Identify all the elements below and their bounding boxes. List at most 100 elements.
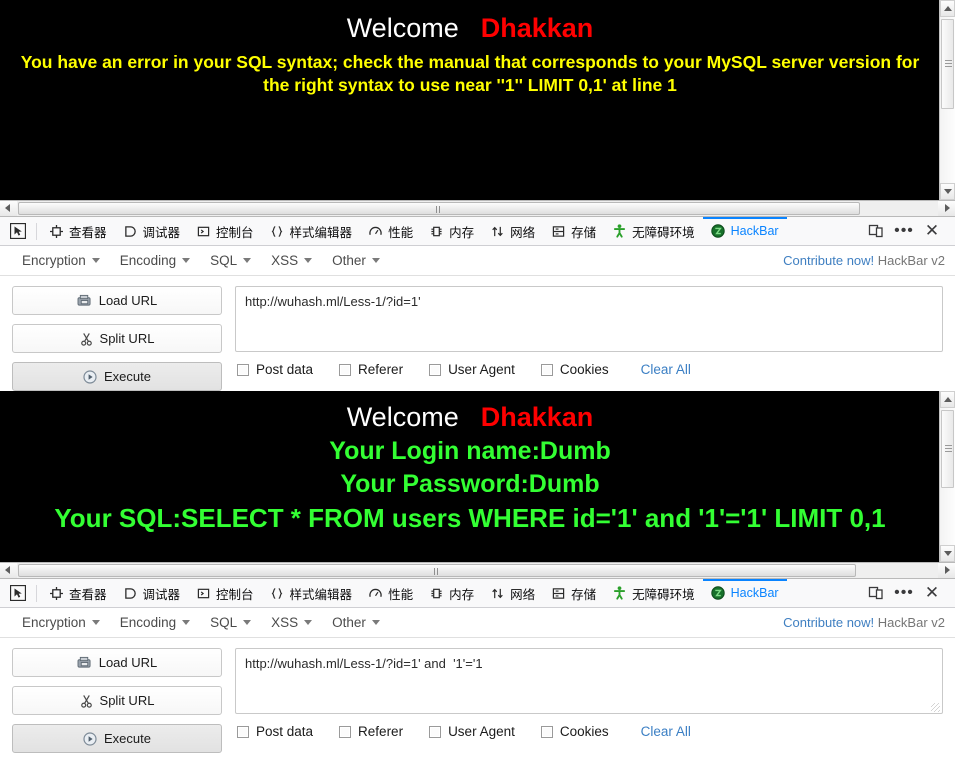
tab-storage[interactable]: 存储 bbox=[543, 579, 604, 608]
menu-sql[interactable]: SQL bbox=[200, 253, 261, 268]
contribute-link[interactable]: Contribute now! bbox=[783, 253, 874, 268]
meatball-menu-icon[interactable]: ••• bbox=[891, 581, 917, 605]
tab-inspector[interactable]: 查看器 bbox=[41, 217, 115, 246]
tab-debugger[interactable]: 调试器 bbox=[115, 217, 189, 246]
load-url-icon bbox=[77, 294, 92, 307]
welcome-word-bottom: Welcome bbox=[346, 402, 459, 432]
tab-memory-label: 内存 bbox=[449, 587, 475, 602]
referer-checkbox-box[interactable] bbox=[339, 725, 352, 738]
contribute-link[interactable]: Contribute now! bbox=[783, 615, 874, 630]
post-data-checkbox-box[interactable] bbox=[237, 725, 249, 738]
tab-network[interactable]: 网络 bbox=[482, 579, 543, 608]
menu-xss-label: XSS bbox=[271, 253, 299, 268]
checkbox-cookies[interactable]: Cookies bbox=[540, 724, 609, 739]
page-vertical-scrollbar-top[interactable] bbox=[939, 0, 955, 200]
scroll-down-arrow-top[interactable] bbox=[940, 183, 955, 200]
menu-encoding[interactable]: Encoding bbox=[110, 615, 200, 630]
tab-hackbar[interactable]: HackBar bbox=[702, 216, 787, 246]
checkbox-cookies[interactable]: Cookies bbox=[540, 362, 609, 377]
welcome-name-top: Dhakkan bbox=[480, 13, 594, 43]
menu-encryption-label: Encryption bbox=[22, 615, 86, 630]
page-horizontal-scrollbar-top[interactable] bbox=[0, 200, 955, 217]
tab-console[interactable]: 控制台 bbox=[188, 579, 262, 608]
hscroll-right-arrow-top[interactable] bbox=[938, 201, 955, 216]
split-url-button[interactable]: Split URL bbox=[12, 324, 222, 353]
close-icon[interactable]: ✕ bbox=[919, 219, 945, 243]
tab-accessibility-label: 无障碍环境 bbox=[632, 225, 695, 240]
checkbox-post-data[interactable]: Post data bbox=[237, 362, 313, 377]
load-url-button[interactable]: Load URL bbox=[12, 286, 222, 315]
page-vertical-scrollbar-bottom[interactable] bbox=[939, 391, 955, 562]
tab-accessibility[interactable]: 无障碍环境 bbox=[604, 217, 703, 246]
menu-xss[interactable]: XSS bbox=[261, 253, 322, 268]
meatball-menu-icon[interactable]: ••• bbox=[891, 219, 917, 243]
scroll-thumb-top[interactable] bbox=[941, 19, 954, 109]
menu-encryption[interactable]: Encryption bbox=[12, 615, 110, 630]
resize-grip-icon[interactable] bbox=[931, 703, 940, 712]
tab-hackbar[interactable]: HackBar bbox=[702, 578, 787, 608]
tab-performance[interactable]: 性能 bbox=[360, 217, 421, 246]
menu-other[interactable]: Other bbox=[322, 615, 390, 630]
checkbox-post-data[interactable]: Post data bbox=[237, 724, 313, 739]
hscroll-right-arrow-bottom[interactable] bbox=[938, 563, 955, 578]
checkbox-user-agent[interactable]: User Agent bbox=[429, 724, 515, 739]
tab-network[interactable]: 网络 bbox=[482, 217, 543, 246]
tab-memory[interactable]: 内存 bbox=[421, 217, 482, 246]
devtools-panel-bottom: 查看器 调试器 控制台 样式编辑器 性能 内存 网络 存储 无障碍环境 Hack… bbox=[0, 578, 955, 753]
tab-debugger[interactable]: 调试器 bbox=[115, 579, 189, 608]
page-body-top: Welcome Dhakkan You have an error in your… bbox=[0, 0, 940, 98]
checkbox-referer[interactable]: Referer bbox=[339, 362, 403, 377]
element-picker-icon[interactable] bbox=[4, 580, 32, 606]
accessibility-icon bbox=[612, 586, 627, 601]
user-agent-checkbox-box[interactable] bbox=[429, 363, 442, 376]
cookies-checkbox-box[interactable] bbox=[540, 725, 553, 738]
hscroll-thumb-top[interactable] bbox=[18, 202, 860, 215]
tab-console[interactable]: 控制台 bbox=[188, 217, 262, 246]
execute-button[interactable]: Execute bbox=[12, 362, 222, 391]
hscroll-left-arrow-top[interactable] bbox=[0, 201, 17, 216]
url-textarea-top[interactable]: http://wuhash.ml/Less-1/?id=1' bbox=[235, 286, 943, 352]
load-url-button[interactable]: Load URL bbox=[12, 648, 222, 677]
tab-storage[interactable]: 存储 bbox=[543, 217, 604, 246]
post-data-checkbox-box[interactable] bbox=[237, 363, 249, 376]
element-picker-icon[interactable] bbox=[4, 218, 32, 244]
menu-xss[interactable]: XSS bbox=[261, 615, 322, 630]
tab-inspector[interactable]: 查看器 bbox=[41, 579, 115, 608]
hscroll-thumb-bottom[interactable] bbox=[18, 564, 856, 577]
scroll-up-arrow-bottom[interactable] bbox=[940, 391, 955, 408]
clear-all-link[interactable]: Clear All bbox=[641, 724, 691, 739]
tab-style-editor[interactable]: 样式编辑器 bbox=[262, 217, 361, 246]
tab-style-editor[interactable]: 样式编辑器 bbox=[262, 579, 361, 608]
scroll-down-arrow-bottom[interactable] bbox=[940, 545, 955, 562]
clear-all-link[interactable]: Clear All bbox=[641, 362, 691, 377]
url-textarea-bottom[interactable]: http://wuhash.ml/Less-1/?id=1' and '1'='… bbox=[235, 648, 943, 714]
menu-sql[interactable]: SQL bbox=[200, 615, 261, 630]
responsive-design-mode-icon[interactable] bbox=[863, 219, 889, 243]
tab-hackbar-label: HackBar bbox=[730, 224, 779, 238]
user-agent-checkbox-box[interactable] bbox=[429, 725, 442, 738]
menu-sql-label: SQL bbox=[210, 253, 238, 268]
responsive-design-mode-icon[interactable] bbox=[863, 581, 889, 605]
page-horizontal-scrollbar-bottom[interactable] bbox=[0, 562, 955, 579]
user-agent-label: User Agent bbox=[448, 724, 515, 739]
hscroll-left-arrow-bottom[interactable] bbox=[0, 563, 17, 578]
menu-other[interactable]: Other bbox=[322, 253, 390, 268]
tab-memory[interactable]: 内存 bbox=[421, 579, 482, 608]
menu-encoding[interactable]: Encoding bbox=[110, 253, 200, 268]
cookies-checkbox-box[interactable] bbox=[540, 363, 553, 376]
hackbar-url-area-bottom: http://wuhash.ml/Less-1/?id=1' and '1'='… bbox=[235, 648, 943, 753]
menu-encryption[interactable]: Encryption bbox=[12, 253, 110, 268]
close-icon[interactable]: ✕ bbox=[919, 581, 945, 605]
tab-accessibility[interactable]: 无障碍环境 bbox=[604, 579, 703, 608]
scroll-thumb-bottom[interactable] bbox=[941, 410, 954, 488]
hackbar-icon bbox=[711, 586, 726, 601]
scroll-up-arrow-top[interactable] bbox=[940, 0, 955, 17]
checkbox-user-agent[interactable]: User Agent bbox=[429, 362, 515, 377]
split-url-button[interactable]: Split URL bbox=[12, 686, 222, 715]
checkbox-referer[interactable]: Referer bbox=[339, 724, 403, 739]
tab-performance[interactable]: 性能 bbox=[360, 579, 421, 608]
execute-button[interactable]: Execute bbox=[12, 724, 222, 753]
tab-debugger-label: 调试器 bbox=[142, 225, 181, 240]
referer-checkbox-box[interactable] bbox=[339, 363, 352, 376]
style-editor-icon bbox=[270, 586, 285, 601]
